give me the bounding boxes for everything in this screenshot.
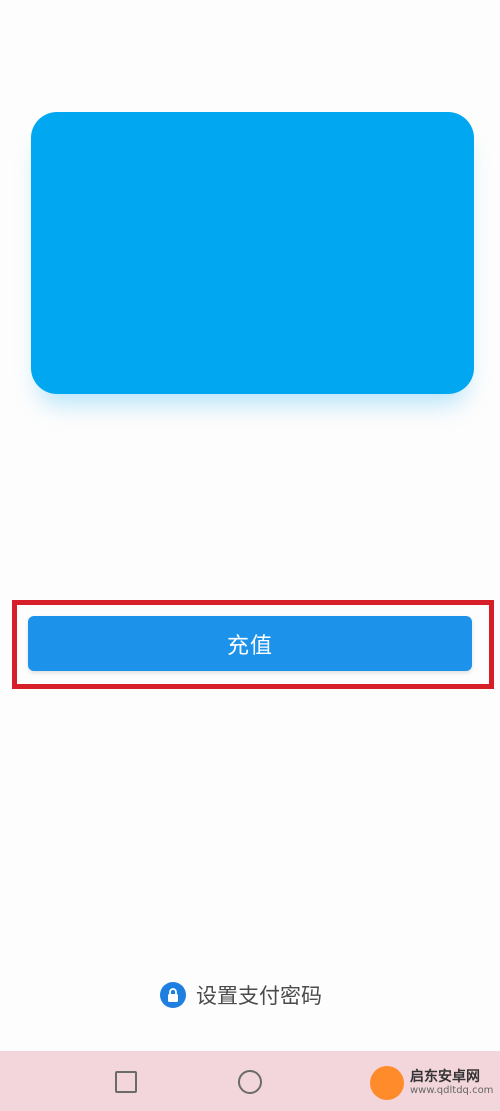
watermark-logo-icon	[370, 1066, 404, 1100]
recharge-button[interactable]: 充值	[28, 616, 472, 671]
lock-icon	[160, 982, 186, 1008]
set-payment-password-link[interactable]: 设置支付密码	[160, 980, 322, 1010]
watermark: 启东安卓网 www.qdltdq.com	[370, 1066, 493, 1100]
circle-icon[interactable]	[238, 1070, 262, 1094]
watermark-title: 启东安卓网	[410, 1068, 480, 1085]
set-payment-password-label: 设置支付密码	[196, 984, 322, 1008]
wallet-screen: 充值 设置支付密码 启东安卓网 www.qdltdq.com	[0, 0, 500, 1111]
wallet-card	[31, 112, 474, 394]
square-icon[interactable]	[115, 1071, 137, 1093]
watermark-text: 启东安卓网 www.qdltdq.com	[410, 1068, 494, 1097]
watermark-url: www.qdltdq.com	[410, 1085, 494, 1097]
